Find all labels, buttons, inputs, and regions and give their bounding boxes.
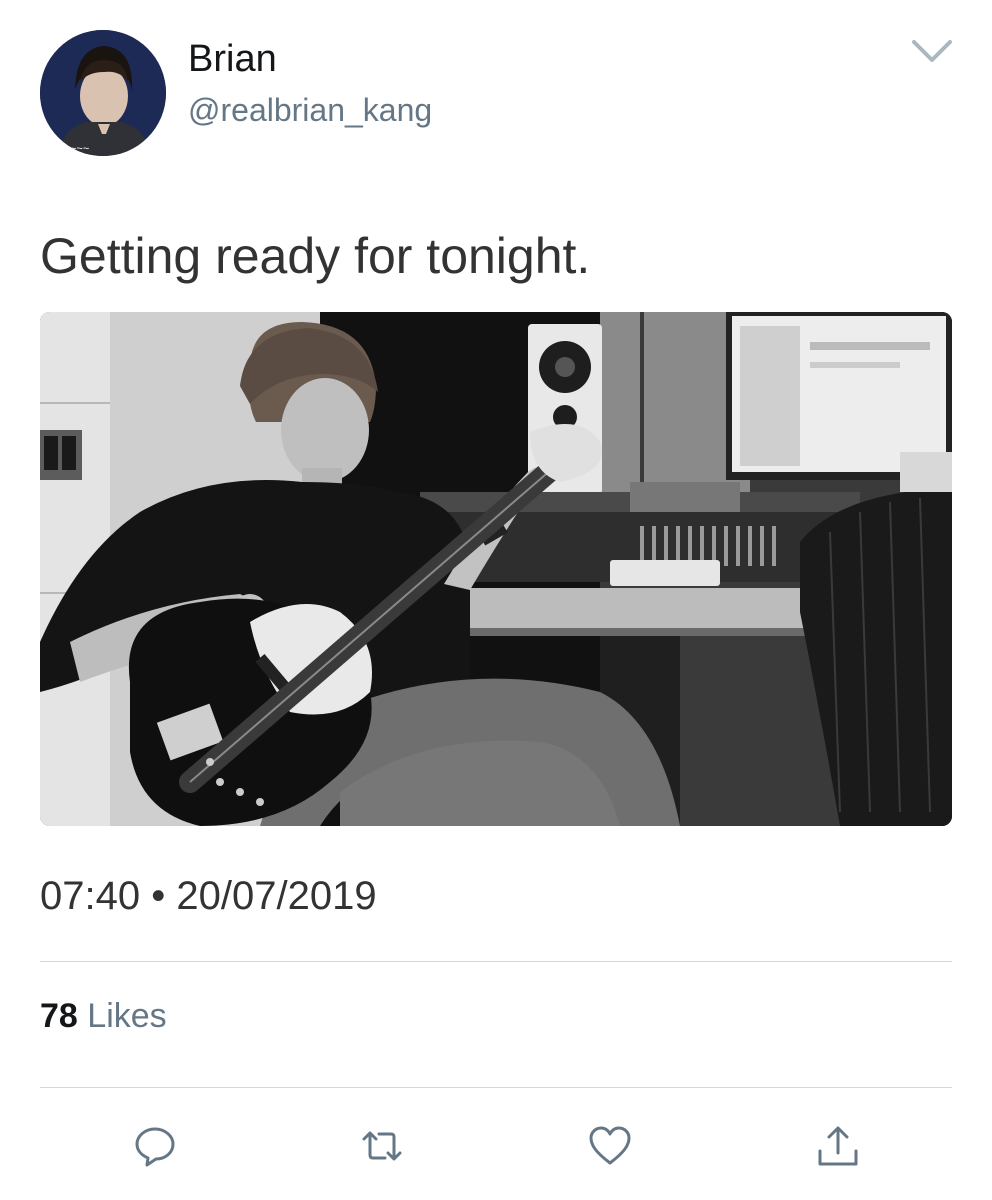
retweet-icon[interactable] [350,1114,414,1178]
tweet-text: Getting ready for tonight. [40,228,591,284]
share-icon[interactable] [806,1114,870,1178]
likes-label: Likes [87,997,167,1035]
like-icon[interactable] [578,1114,642,1178]
divider-bottom [40,1087,952,1088]
timestamp-separator: • [151,874,166,918]
tweet-media-photo[interactable] [40,312,952,826]
tweet-timestamp[interactable]: 07:40 • 20/07/2019 [40,872,377,920]
tweet-time: 07:40 [40,874,141,918]
likes-count: 78 [40,997,78,1035]
tweet-date: 20/07/2019 [176,874,377,918]
chevron-down-icon[interactable] [908,34,956,68]
divider-top [40,961,952,962]
likes-stat[interactable]: 78 Likes [40,994,167,1038]
avatar-photo: ~~~ [40,30,166,156]
display-name[interactable]: Brian [188,36,277,82]
reply-icon[interactable] [123,1114,187,1178]
avatar[interactable]: ~~~ [40,30,166,156]
studio-photo [40,312,952,826]
svg-text:~~~: ~~~ [70,143,89,155]
user-handle[interactable]: @realbrian_kang [188,90,432,130]
